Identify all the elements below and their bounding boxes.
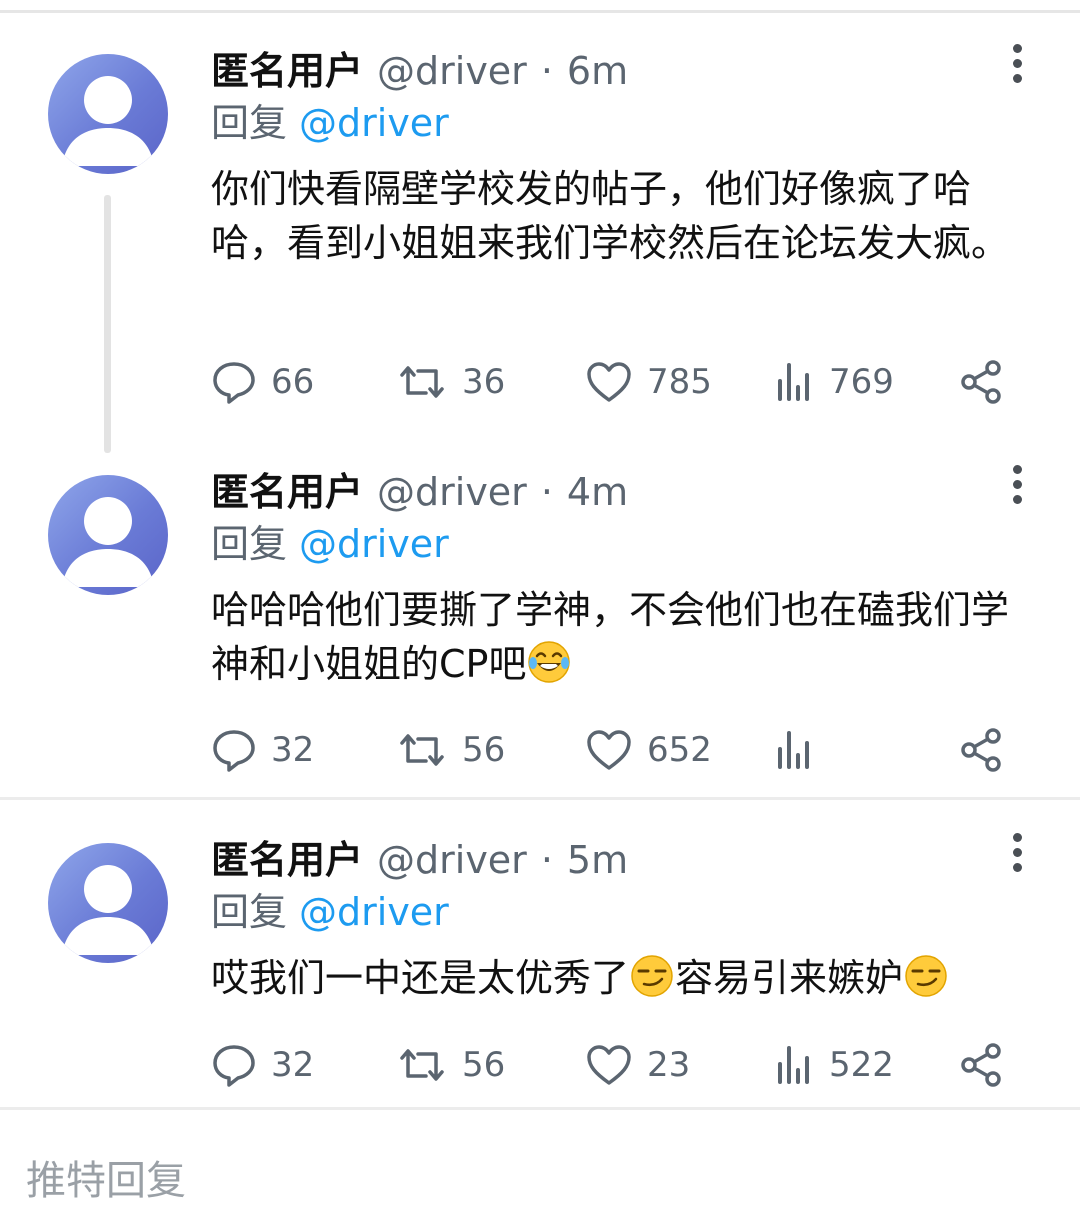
like-icon bbox=[587, 1045, 631, 1085]
tears-of-joy-emoji bbox=[528, 641, 571, 683]
reply-button[interactable]: 32 bbox=[211, 1040, 314, 1090]
like-button[interactable]: 785 bbox=[585, 357, 712, 407]
retweet-count: 56 bbox=[462, 730, 506, 770]
section-title: 推特回复 bbox=[26, 1158, 186, 1204]
avatar[interactable] bbox=[48, 843, 168, 963]
thread-line bbox=[104, 195, 111, 453]
like-icon bbox=[587, 730, 631, 770]
person-avatar-icon bbox=[62, 497, 154, 587]
tweet-divider bbox=[0, 1107, 1080, 1110]
reply-icon bbox=[213, 730, 255, 772]
author-name[interactable]: 匿名用户 bbox=[211, 40, 363, 95]
retweet-icon bbox=[400, 1049, 444, 1081]
like-count: 23 bbox=[647, 1045, 691, 1085]
reply-handle-link[interactable]: @driver bbox=[299, 101, 449, 145]
views-icon bbox=[778, 731, 809, 769]
reply-count: 32 bbox=[271, 1045, 315, 1085]
views-button[interactable] bbox=[775, 725, 829, 775]
avatar[interactable] bbox=[48, 54, 168, 174]
more-options-button[interactable] bbox=[1005, 465, 1029, 505]
views-count: 522 bbox=[829, 1045, 894, 1085]
views-icon bbox=[778, 363, 809, 401]
smirking-face-emoji bbox=[905, 955, 947, 997]
retweet-button[interactable]: 56 bbox=[396, 725, 505, 775]
reply-to-line: 回复 @driver bbox=[211, 92, 449, 147]
tweet-text-part-2: 容易引来嫉妒 bbox=[675, 956, 904, 1000]
more-options-button[interactable] bbox=[1005, 833, 1029, 873]
retweet-button[interactable]: 36 bbox=[396, 357, 505, 407]
like-icon bbox=[587, 362, 631, 402]
tweet-text: 哈哈哈他们要撕了学神，不会他们也在磕我们学神和小姐姐的CP吧 bbox=[211, 588, 1010, 686]
tweet-text-part-1: 哎我们一中还是太优秀了 bbox=[211, 956, 630, 1000]
like-count: 785 bbox=[647, 362, 712, 402]
retweet-count: 36 bbox=[462, 362, 506, 402]
reply-button[interactable]: 66 bbox=[211, 357, 314, 407]
views-button[interactable]: 769 bbox=[775, 357, 894, 407]
person-avatar-icon bbox=[62, 76, 154, 166]
timestamp: 5m bbox=[566, 838, 629, 882]
tweet-actions: 66 36 785 769 bbox=[211, 357, 1011, 407]
author-handle[interactable]: @driver bbox=[377, 838, 527, 882]
author-handle[interactable]: @driver bbox=[377, 470, 527, 514]
share-button[interactable] bbox=[959, 1040, 1005, 1090]
timestamp: 4m bbox=[566, 470, 629, 514]
reply-to-line: 回复 @driver bbox=[211, 881, 449, 936]
reply-label: 回复 bbox=[211, 101, 288, 145]
reply-to-line: 回复 @driver bbox=[211, 513, 449, 568]
person-avatar-icon bbox=[62, 865, 154, 955]
more-vertical-icon bbox=[1012, 465, 1022, 474]
tweet-body: 哈哈哈他们要撕了学神，不会他们也在磕我们学神和小姐姐的CP吧 bbox=[211, 583, 1011, 691]
separator-dot: · bbox=[540, 470, 553, 514]
reply-icon bbox=[213, 362, 255, 404]
retweet-icon bbox=[400, 734, 444, 766]
reply-handle-link[interactable]: @driver bbox=[299, 522, 449, 566]
separator-dot: · bbox=[540, 49, 553, 93]
share-button[interactable] bbox=[959, 725, 1005, 775]
more-vertical-icon bbox=[1012, 44, 1022, 53]
tweet-divider bbox=[0, 797, 1080, 800]
author-name[interactable]: 匿名用户 bbox=[211, 829, 363, 884]
separator-dot: · bbox=[540, 838, 553, 882]
tweet-text: 你们快看隔壁学校发的帖子，他们好像疯了哈哈，看到小姐姐来我们学校然后在论坛发大疯… bbox=[211, 167, 1010, 265]
more-options-button[interactable] bbox=[1005, 44, 1029, 84]
views-count: 769 bbox=[829, 362, 894, 402]
tweet-actions: 32 56 23 522 bbox=[211, 1040, 1011, 1090]
like-count: 652 bbox=[647, 730, 712, 770]
tweet-header: 匿名用户 @driver · 4m bbox=[211, 461, 628, 521]
author-handle[interactable]: @driver bbox=[377, 49, 527, 93]
more-vertical-icon bbox=[1012, 833, 1022, 842]
reply-label: 回复 bbox=[211, 890, 288, 934]
share-icon bbox=[961, 360, 1001, 404]
retweet-button[interactable]: 56 bbox=[396, 1040, 505, 1090]
like-button[interactable]: 23 bbox=[585, 1040, 690, 1090]
author-name[interactable]: 匿名用户 bbox=[211, 461, 363, 516]
top-divider bbox=[0, 0, 1080, 13]
timestamp: 6m bbox=[566, 49, 629, 93]
share-button[interactable] bbox=[959, 357, 1005, 407]
avatar[interactable] bbox=[48, 475, 168, 595]
views-button[interactable]: 522 bbox=[775, 1040, 894, 1090]
smirking-face-emoji bbox=[631, 955, 673, 997]
views-icon bbox=[778, 1046, 809, 1084]
tweet-body: 哎我们一中还是太优秀了 容易引来嫉妒 bbox=[211, 951, 1041, 1005]
reply-handle-link[interactable]: @driver bbox=[299, 890, 449, 934]
retweet-icon bbox=[400, 366, 444, 398]
tweet-header: 匿名用户 @driver · 5m bbox=[211, 829, 628, 889]
reply-label: 回复 bbox=[211, 522, 288, 566]
reply-count: 66 bbox=[271, 362, 315, 402]
reply-icon bbox=[213, 1045, 255, 1087]
tweet-header: 匿名用户 @driver · 6m bbox=[211, 40, 628, 100]
reply-button[interactable]: 32 bbox=[211, 725, 314, 775]
tweet-actions: 32 56 652 bbox=[211, 725, 1011, 775]
reply-count: 32 bbox=[271, 730, 315, 770]
retweet-count: 56 bbox=[462, 1045, 506, 1085]
share-icon bbox=[961, 1043, 1001, 1087]
like-button[interactable]: 652 bbox=[585, 725, 712, 775]
share-icon bbox=[961, 728, 1001, 772]
